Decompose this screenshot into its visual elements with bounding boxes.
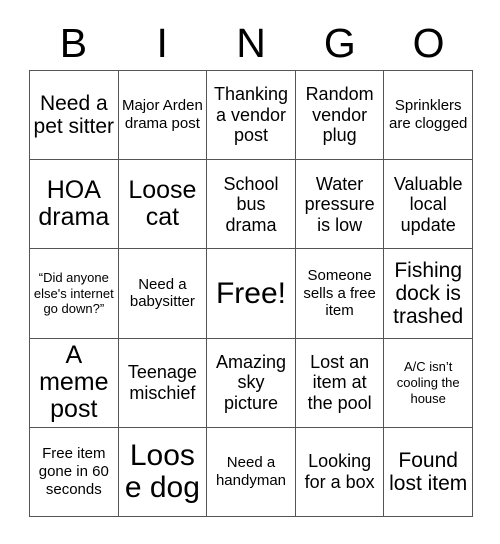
bingo-cell-label: Fishing dock is trashed [393,258,464,329]
bingo-cell-label: Sprinklers are clogged [388,97,468,133]
bingo-card: B I N G O Need a pet sitter Major Arden … [0,0,500,544]
bingo-cell-label: School bus drama [223,173,279,235]
bingo-cell-label: A meme post [39,341,109,424]
header-letter-n: N [236,19,266,66]
bingo-cell[interactable]: Thanking a vendor post [207,71,296,161]
bingo-cell[interactable]: Valuable local update [384,160,473,250]
bingo-cell-label: Loose cat [128,176,197,232]
bingo-free-space-label: Free! [215,276,286,310]
bingo-cell[interactable]: Loose dog [118,427,208,517]
bingo-cell-label: Amazing sky picture [215,351,286,413]
header-letter-b: B [59,19,88,66]
bingo-cell[interactable]: Need a pet sitter [30,71,119,161]
bingo-cell-label: HOA drama [38,176,110,232]
bingo-cell-label: Major Arden drama post [121,97,203,133]
bingo-cell-label: Random vendor plug [305,84,374,146]
bingo-cell-label: Thanking a vendor post [213,84,289,146]
bingo-cell-label: “Did anyone else's internet go down?” [33,269,114,317]
header-letter-o: O [412,19,445,66]
bingo-cell[interactable]: Loose cat [118,160,208,250]
bingo-cell[interactable]: Looking for a box [295,427,385,517]
bingo-cell[interactable]: Random vendor plug [295,71,385,161]
bingo-cell-label: Lost an item at the pool [307,351,372,413]
bingo-cell[interactable]: Found lost item [384,427,473,517]
bingo-cell[interactable]: Someone sells a free item [295,249,385,339]
bingo-cell-label: Free item gone in 60 seconds [38,445,109,498]
bingo-cell[interactable]: Sprinklers are clogged [384,71,473,161]
bingo-cell-label: Need a babysitter [129,275,195,311]
bingo-cell[interactable]: Teenage mischief [118,338,208,428]
bingo-grid: Need a pet sitter Major Arden drama post… [29,70,473,517]
bingo-cell[interactable]: Free item gone in 60 seconds [30,427,119,517]
bingo-cell[interactable]: Need a handyman [207,427,296,517]
header-letter-i: I [156,19,168,66]
bingo-cell-label: Someone sells a free item [303,266,376,320]
bingo-cell[interactable]: Major Arden drama post [118,71,208,161]
header-letter-g: G [323,19,356,66]
bingo-cell-label: Found lost item [389,448,468,495]
bingo-cell[interactable]: HOA drama [30,160,119,250]
bingo-cell-label: Valuable local update [393,173,463,235]
bingo-cell-free-space[interactable]: Free! [207,249,296,339]
bingo-cell-label: Need a pet sitter [33,92,115,139]
bingo-cell[interactable]: Lost an item at the pool [295,338,385,428]
bingo-cell-label: Looking for a box [304,451,375,492]
bingo-cell-label: Teenage mischief [127,362,197,403]
bingo-cell[interactable]: A/C isn’t cooling the house [384,338,473,428]
bingo-cell[interactable]: A meme post [30,338,119,428]
bingo-cell-label: Loose dog [124,439,200,504]
bingo-cell[interactable]: Amazing sky picture [207,338,296,428]
bingo-cell[interactable]: Fishing dock is trashed [384,249,473,339]
bingo-cell-label: Need a handyman [215,454,287,489]
bingo-cell[interactable]: “Did anyone else's internet go down?” [30,249,119,339]
bingo-cell-label: A/C isn’t cooling the house [396,358,460,406]
bingo-cell[interactable]: Water pressure is low [295,160,385,250]
bingo-header-row: B I N G O [29,16,473,70]
bingo-cell-label: Water pressure is low [304,173,375,235]
bingo-cell[interactable]: School bus drama [207,160,296,250]
bingo-cell[interactable]: Need a babysitter [118,249,208,339]
